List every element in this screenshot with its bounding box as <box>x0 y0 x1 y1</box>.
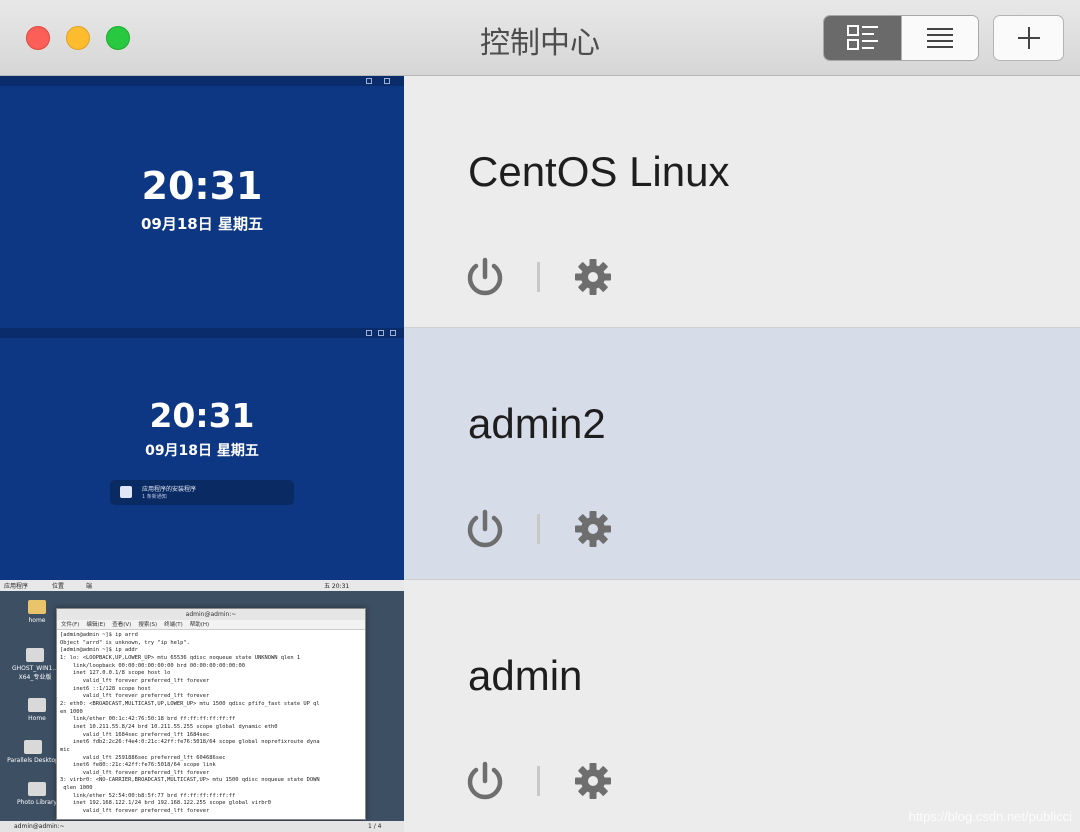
gear-icon[interactable] <box>572 760 614 802</box>
terminal-line: inet6 fe80::21c:42ff:fe76:5018/64 scope … <box>60 762 216 769</box>
terminal-line: inet 10.211.55.8/24 brd 10.211.55.255 sc… <box>60 723 278 730</box>
vm-row[interactable]: 应用程序 位置 端 五 20:31 home GHOST_WIN1... X64… <box>0 580 1080 832</box>
volume-icon <box>378 330 384 336</box>
terminal-line: valid_lft forever preferred_lft forever <box>60 769 210 776</box>
disk-icon <box>28 782 46 796</box>
vm-screen-thumbnail[interactable]: 应用程序 位置 端 五 20:31 home GHOST_WIN1... X64… <box>0 580 404 832</box>
vm-screen-thumbnail[interactable]: 20:31 09月18日 星期五 <box>0 76 404 328</box>
terminal-line: inet6 ::1/128 scope host <box>60 685 151 692</box>
lock-screen-date: 09月18日 星期五 <box>145 443 259 459</box>
terminal-menu-bar: 文件(F) 编辑(E) 查看(V) 搜索(S) 终端(T) 帮助(H) <box>57 620 365 630</box>
terminal-line: Object "arrd" is unknown, try "ip help". <box>60 639 190 646</box>
installer-icon <box>120 486 132 498</box>
terminal-line: valid_lft forever preferred_lft forever <box>60 677 210 684</box>
list-view-icon <box>927 28 953 48</box>
power-icon[interactable] <box>464 760 506 802</box>
terminal-line: inet 127.0.0.1/8 scope host lo <box>60 670 171 677</box>
vm-row[interactable]: 20:31 09月18日 星期五 应用程序的安装程序 1 条新通知 admin2 <box>0 328 1080 580</box>
guest-bottom-panel: admin@admin:~ 1 / 4 <box>0 821 404 832</box>
folder-icon <box>28 600 46 614</box>
terminal-line: link/loopback 00:00:00:00:00:00 brd 00:0… <box>60 662 245 669</box>
terminal-line: valid_lft 1684sec preferred_lft 1684sec <box>60 731 210 738</box>
gear-icon[interactable] <box>572 256 614 298</box>
terminal-line: valid_lft forever preferred_lft forever <box>60 808 210 815</box>
lock-screen-topbar <box>0 328 404 338</box>
lock-screen-topbar <box>0 76 404 86</box>
notification-subtitle: 1 条新通知 <box>142 494 167 500</box>
vm-screen-thumbnail[interactable]: 20:31 09月18日 星期五 应用程序的安装程序 1 条新通知 <box>0 328 404 580</box>
detail-view-icon <box>846 25 878 50</box>
terminal-line: 2: eth0: <BROADCAST,MULTICAST,UP,LOWER_U… <box>60 700 320 707</box>
lock-screen-time: 20:31 <box>141 164 263 208</box>
vm-name: admin2 <box>468 400 606 447</box>
list-view-button[interactable] <box>901 16 978 60</box>
watermark-text: https://blog.csdn.net/publicci <box>908 809 1072 824</box>
terminal-line: valid_lft 2591886sec preferred_lft 60468… <box>60 754 226 761</box>
power-icon[interactable] <box>464 508 506 550</box>
terminal-line: 1: lo: <LOOPBACK,UP,LOWER_UP> mtu 65536 … <box>60 654 301 661</box>
terminal-window: admin@admin:~ 文件(F) 编辑(E) 查看(V) 搜索(S) 终端(T) 帮… <box>56 608 366 820</box>
desktop-icon: GHOST_WIN1... X64_专业版 <box>8 648 62 681</box>
view-mode-segmented-control[interactable] <box>823 15 979 61</box>
guest-panel-clock: 五 20:31 <box>324 583 350 590</box>
vm-name: admin <box>468 652 583 699</box>
vm-row[interactable]: 20:31 09月18日 星期五 CentOS Linux <box>0 76 1080 328</box>
terminal-output: [admin@admin ~]$ ip arrd Object "arrd" is… <box>57 630 365 819</box>
terminal-line: valid_lft forever preferred_lft forever <box>60 693 210 700</box>
terminal-line: 3: virbr0: <NO-CARRIER,BROADCAST,MULTICA… <box>60 777 320 784</box>
guest-top-panel: 应用程序 位置 端 五 20:31 <box>0 580 404 591</box>
guest-menu-applications: 应用程序 <box>4 583 29 590</box>
disk-icon <box>28 698 46 712</box>
gear-icon[interactable] <box>572 508 614 550</box>
terminal-line: link/ether 52:54:00:b8:5f:77 brd ff:ff:f… <box>60 792 236 799</box>
terminal-line: inet6 fdb2:2c26:f4e4:0:21c:42ff:fe76:501… <box>60 739 320 746</box>
desktop-icon: Parallels Desktop <box>6 740 60 764</box>
display-icon <box>366 78 372 84</box>
notification-title: 应用程序的安装程序 <box>142 486 197 493</box>
disk-icon <box>26 648 44 662</box>
vm-list: 20:31 09月18日 星期五 CentOS Linux 20:31 09月1… <box>0 76 1080 832</box>
title-bar[interactable]: 控制中心 <box>0 0 1080 76</box>
terminal-line: link/ether 00:1c:42:76:50:18 brd ff:ff:f… <box>60 716 236 723</box>
add-vm-button[interactable] <box>993 15 1064 61</box>
guest-menu-places: 位置 <box>52 583 65 590</box>
lock-screen-date: 09月18日 星期五 <box>141 215 263 233</box>
terminal-title: admin@admin:~ <box>57 609 365 620</box>
power-status-icon <box>390 330 396 336</box>
action-divider <box>537 766 540 796</box>
display-icon <box>366 330 372 336</box>
taskbar-item: admin@admin:~ <box>14 823 65 830</box>
terminal-line: en 1000 <box>60 708 83 715</box>
lock-screen-time: 20:31 <box>149 396 255 435</box>
terminal-line: mic <box>60 746 70 753</box>
guest-menu-terminal: 端 <box>86 583 93 590</box>
terminal-line: [admin@admin ~]$ ip arrd <box>60 632 138 638</box>
action-divider <box>537 514 540 544</box>
detail-view-button[interactable] <box>824 16 901 60</box>
terminal-line: [admin@admin ~]$ ip addr <box>60 647 138 654</box>
vm-name: CentOS Linux <box>468 148 730 195</box>
power-status-icon <box>384 78 390 84</box>
plus-icon <box>1017 27 1040 49</box>
action-divider <box>537 262 540 292</box>
power-icon[interactable] <box>464 256 506 298</box>
disk-icon <box>24 740 42 754</box>
notification-banner[interactable]: 应用程序的安装程序 1 条新通知 <box>110 480 294 505</box>
workspace-indicator: 1 / 4 <box>368 823 382 830</box>
terminal-line: qlen 1000 <box>60 785 93 792</box>
terminal-line: inet 192.168.122.1/24 brd 192.168.122.25… <box>60 800 271 807</box>
